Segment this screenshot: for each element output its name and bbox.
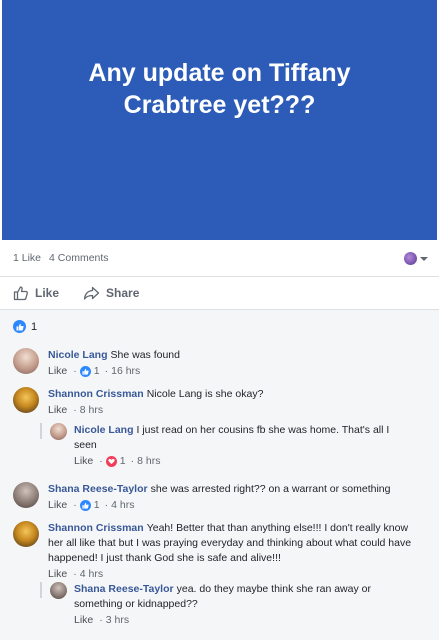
comment-body: Shannon Crissman Yeah! Better that than a…: [48, 521, 418, 566]
comment-time[interactable]: 8 hrs: [137, 455, 160, 467]
reply-thread-line: [40, 423, 42, 439]
comment-meta: Like · 3 hrs: [74, 614, 130, 626]
comment-time[interactable]: 4 hrs: [111, 499, 134, 511]
comment: Shana Reese-Taylor she was arrested right…: [13, 482, 418, 511]
reaction-summary[interactable]: 1: [13, 320, 37, 333]
avatar[interactable]: [13, 482, 39, 508]
avatar[interactable]: [13, 387, 39, 413]
comment-body: Shannon Crissman Nicole Lang is she okay?: [48, 387, 418, 402]
comment-body: Nicole Lang She was found: [48, 348, 418, 363]
comment: Shannon Crissman Nicole Lang is she okay?…: [13, 387, 418, 416]
comment-author[interactable]: Shannon Crissman: [48, 522, 144, 534]
comment-time[interactable]: 16 hrs: [111, 365, 140, 377]
comment-author[interactable]: Shana Reese-Taylor: [74, 583, 174, 595]
caret-down-icon[interactable]: [420, 257, 428, 261]
comment-author[interactable]: Shannon Crissman: [48, 388, 144, 400]
comment-meta: Like · 8 hrs: [48, 404, 104, 416]
comment-like-link[interactable]: Like: [48, 568, 67, 580]
avatar[interactable]: [50, 423, 67, 440]
comment-like-link[interactable]: Like: [48, 365, 67, 377]
like-reaction-icon: [13, 320, 26, 333]
comment-body: Shana Reese-Taylor she was arrested right…: [48, 482, 418, 497]
post-actions: Like Share: [0, 276, 439, 308]
reaction-count: 1: [31, 320, 38, 333]
like-reaction-icon: [79, 365, 91, 377]
comments-section: 1 Nicole Lang She was found Like · 1 · 16…: [0, 309, 439, 640]
comment-time[interactable]: 3 hrs: [106, 614, 129, 626]
thumbs-up-icon: [13, 285, 28, 300]
like-button[interactable]: Like: [13, 285, 59, 301]
comment-meta: Like · 1 · 8 hrs: [74, 455, 161, 467]
share-button[interactable]: Share: [83, 285, 139, 301]
share-arrow-icon: [83, 286, 100, 300]
avatar[interactable]: [13, 521, 39, 547]
like-button-label: Like: [35, 285, 60, 300]
comment-reaction-count[interactable]: 1: [120, 455, 126, 467]
comment-reaction-count[interactable]: 1: [94, 365, 100, 377]
reply: Shana Reese-Taylor yea. do they maybe thi…: [50, 582, 384, 626]
comments-count[interactable]: 4 Comments: [49, 252, 109, 264]
comment-text: She was found: [110, 349, 180, 361]
comment-like-link[interactable]: Like: [74, 455, 93, 467]
comment-like-link[interactable]: Like: [48, 404, 67, 416]
comment-time[interactable]: 8 hrs: [80, 404, 103, 416]
comment-body: Nicole Lang I just read on her cousins fb…: [74, 423, 399, 453]
banner-text: Any update on Tiffany Crabtree yet???: [88, 59, 351, 119]
comment-like-link[interactable]: Like: [48, 499, 67, 511]
reply: Nicole Lang I just read on her cousins fb…: [50, 423, 399, 467]
page-avatar-selector[interactable]: [404, 252, 417, 265]
avatar[interactable]: [50, 582, 67, 599]
likes-count[interactable]: 1 Like: [13, 252, 41, 264]
comment-meta: Like · 1 · 4 hrs: [48, 499, 135, 511]
share-button-label: Share: [106, 285, 140, 300]
comment: Shannon Crissman Yeah! Better that than a…: [13, 521, 418, 580]
post-banner: Any update on Tiffany Crabtree yet???: [2, 0, 437, 240]
comment-meta: Like · 4 hrs: [48, 568, 104, 580]
comment-text: she was arrested right?? on a warrant or…: [150, 483, 391, 495]
comment-author[interactable]: Nicole Lang: [74, 424, 134, 436]
comment: Nicole Lang She was found Like · 1 · 16 h…: [13, 348, 418, 377]
comment-reaction-count[interactable]: 1: [94, 499, 100, 511]
comment-body: Shana Reese-Taylor yea. do they maybe thi…: [74, 582, 384, 612]
avatar[interactable]: [13, 348, 39, 374]
comment-author[interactable]: Nicole Lang: [48, 349, 108, 361]
reply-thread-line: [40, 582, 42, 598]
comment-text: Nicole Lang is she okay?: [146, 388, 264, 400]
comment-author[interactable]: Shana Reese-Taylor: [48, 483, 148, 495]
comment-time[interactable]: 4 hrs: [80, 568, 103, 580]
like-reaction-icon: [79, 499, 91, 511]
comment-like-link[interactable]: Like: [74, 614, 93, 626]
post-stats: 1 Like 4 Comments: [0, 240, 439, 276]
love-reaction-icon: [105, 455, 117, 467]
comment-meta: Like · 1 · 16 hrs: [48, 365, 141, 377]
